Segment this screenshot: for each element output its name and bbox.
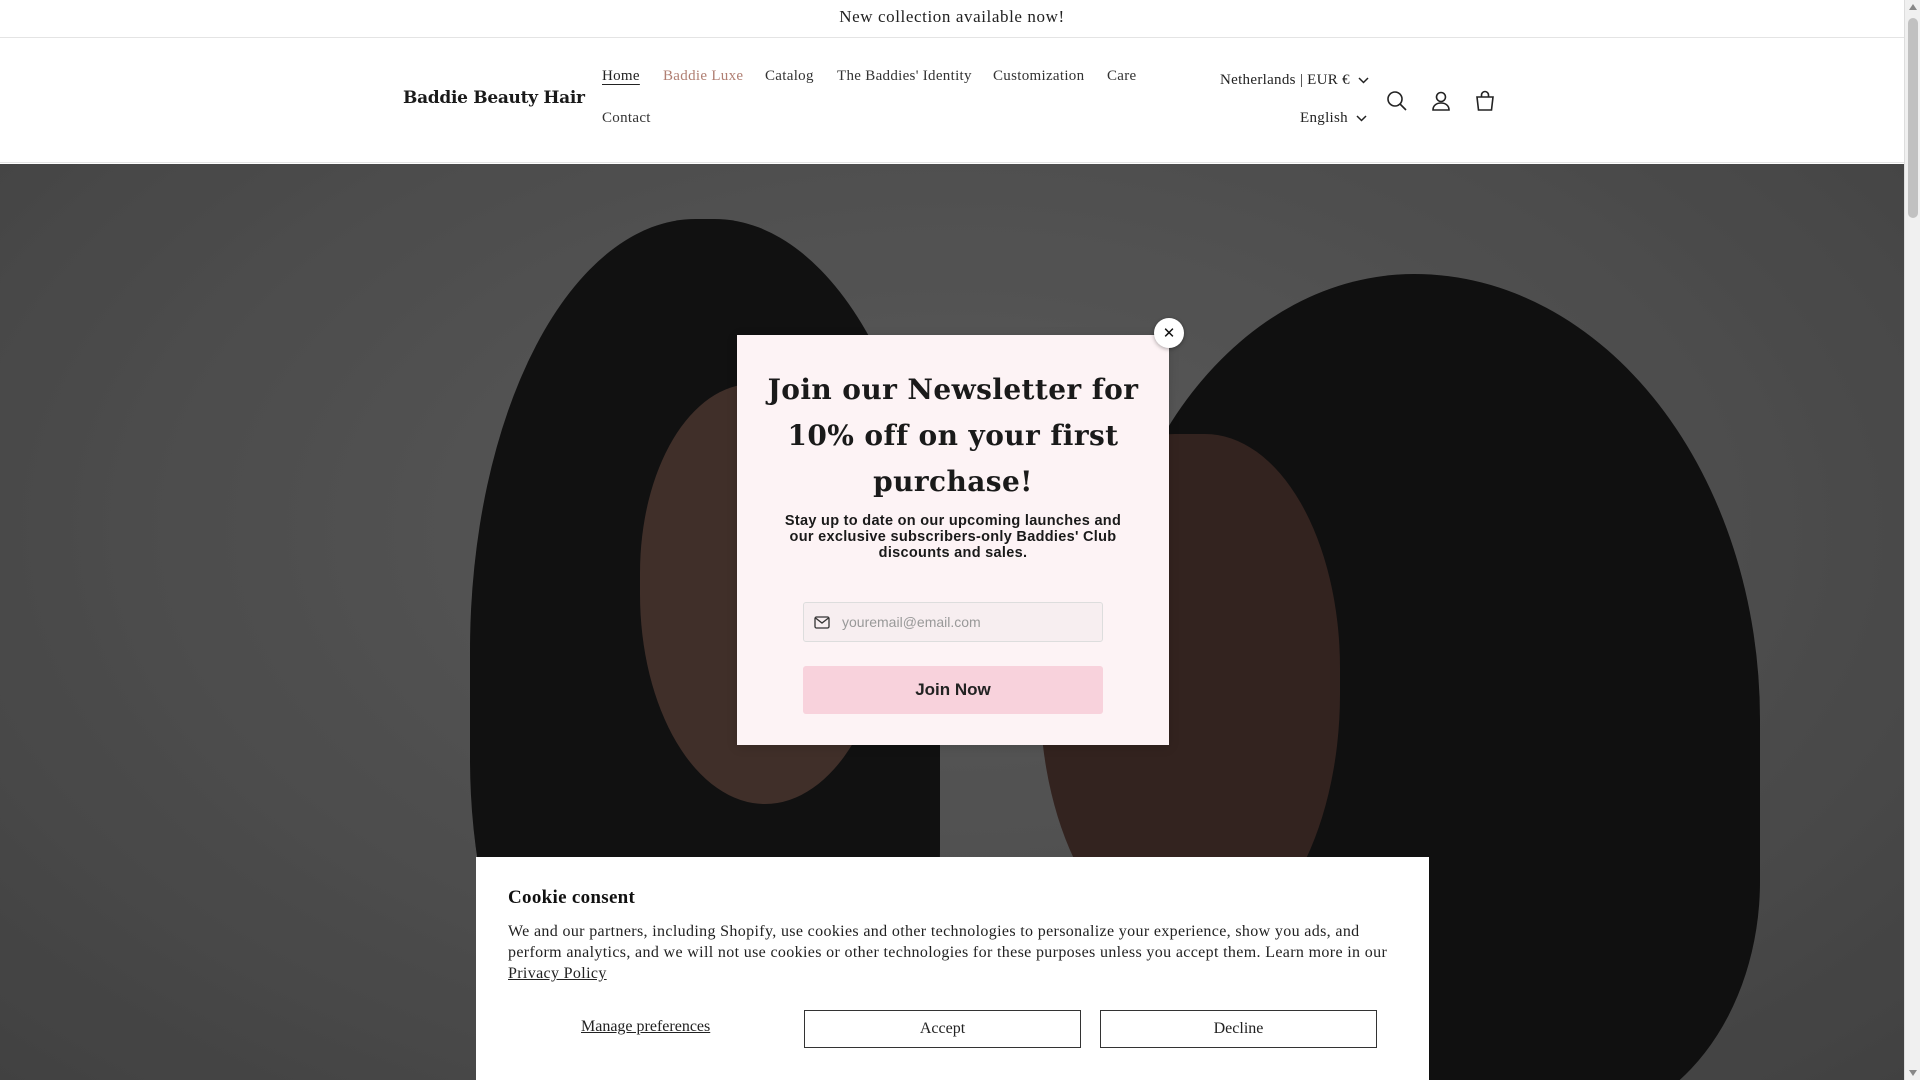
email-input[interactable] (840, 613, 1080, 631)
chevron-down-icon (1356, 115, 1367, 122)
language-label: English (1300, 110, 1348, 126)
nav-customization[interactable]: Customization (993, 68, 1084, 85)
cart-icon[interactable] (1470, 86, 1500, 116)
logo[interactable]: Baddie Beauty Hair (403, 88, 585, 108)
accept-button[interactable]: Accept (804, 1010, 1081, 1048)
account-icon[interactable] (1426, 86, 1456, 116)
nav-baddie-luxe[interactable]: Baddie Luxe (663, 68, 743, 85)
scrollbar[interactable] (1904, 0, 1920, 1080)
join-now-button[interactable]: Join Now (803, 666, 1103, 714)
decline-button[interactable]: Decline (1100, 1010, 1377, 1048)
scroll-up-icon[interactable] (1909, 4, 1917, 10)
newsletter-text: Stay up to date on our upcoming launches… (784, 513, 1122, 561)
announcement-text: New collection available now! (839, 7, 1065, 26)
cookie-body: We and our partners, including Shopify, … (508, 923, 1388, 961)
newsletter-popup: Join our Newsletter for 10% off on your … (737, 335, 1169, 745)
cookie-title: Cookie consent (508, 887, 636, 908)
newsletter-title: Join our Newsletter for 10% off on your … (767, 373, 1139, 498)
privacy-policy-link[interactable]: Privacy Policy (508, 965, 607, 982)
scrollbar-thumb[interactable] (1908, 18, 1918, 218)
nav-contact[interactable]: Contact (602, 110, 651, 127)
nav-baddies-identity[interactable]: The Baddies' Identity (837, 68, 972, 85)
country-label: Netherlands | EUR € (1220, 72, 1350, 88)
site-header: Baddie Beauty Hair Home Baddie Luxe Cata… (0, 38, 1904, 163)
manage-preferences-link[interactable]: Manage preferences (581, 1018, 710, 1036)
nav-catalog[interactable]: Catalog (765, 68, 814, 85)
language-selector[interactable]: English (1300, 110, 1367, 127)
country-selector[interactable]: Netherlands | EUR € (1220, 72, 1369, 89)
search-icon[interactable] (1382, 86, 1412, 116)
announcement-bar: New collection available now! (0, 0, 1904, 38)
mail-icon (814, 615, 830, 629)
cookie-consent-banner: Cookie consent We and our partners, incl… (476, 857, 1429, 1080)
nav-care[interactable]: Care (1107, 68, 1137, 85)
cookie-text: We and our partners, including Shopify, … (508, 921, 1398, 984)
chevron-down-icon (1358, 77, 1369, 84)
email-field[interactable] (803, 602, 1103, 642)
close-icon[interactable]: ✕ (1154, 318, 1184, 348)
scroll-down-icon[interactable] (1909, 1070, 1917, 1076)
nav-home[interactable]: Home (602, 68, 640, 85)
